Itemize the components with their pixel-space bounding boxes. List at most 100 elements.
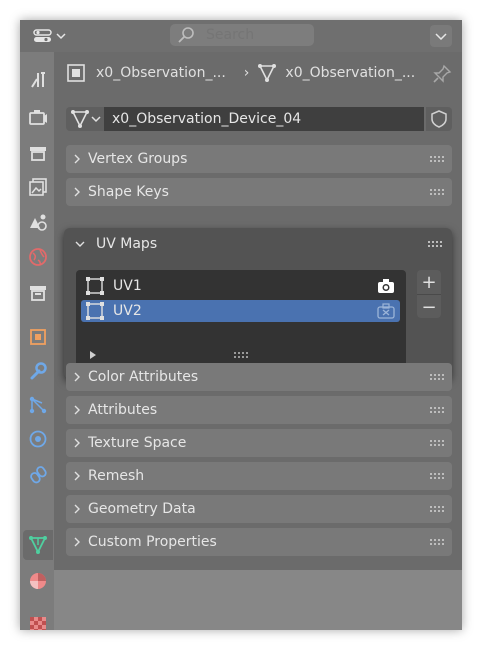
material-icon bbox=[30, 573, 46, 589]
tab-data[interactable] bbox=[23, 530, 53, 560]
panel-title: Attributes bbox=[88, 402, 158, 418]
particles-icon bbox=[29, 396, 47, 414]
pin-icon[interactable] bbox=[432, 64, 452, 84]
drag-handle-icon[interactable] bbox=[430, 189, 444, 195]
panel-remesh[interactable]: Remesh bbox=[66, 462, 452, 490]
constraints-icon bbox=[30, 466, 47, 484]
tab-object[interactable] bbox=[23, 322, 53, 352]
search-icon bbox=[178, 27, 194, 43]
tab-scene[interactable] bbox=[23, 207, 53, 237]
drag-handle-icon[interactable] bbox=[430, 156, 444, 162]
chevron-right-icon bbox=[66, 537, 88, 547]
tab-collection[interactable] bbox=[23, 278, 53, 308]
uv-map-list: UV1 UV2 bbox=[76, 270, 406, 368]
output-icon bbox=[30, 147, 46, 161]
mesh-data-icon bbox=[70, 110, 89, 128]
panel-custom-properties[interactable]: Custom Properties bbox=[66, 528, 452, 556]
tab-output[interactable] bbox=[23, 138, 53, 168]
tab-modifiers[interactable] bbox=[23, 356, 53, 386]
mesh-data-icon bbox=[29, 536, 47, 555]
search-field[interactable] bbox=[170, 24, 314, 46]
uv-map-item-selected[interactable]: UV2 bbox=[81, 300, 400, 322]
panel-shape-keys[interactable]: Shape Keys bbox=[66, 178, 452, 206]
panel-uv-maps: UV Maps UV1 UV2 + − bbox=[64, 228, 452, 379]
mesh-name-field[interactable]: x0_Observation_Device_04 bbox=[104, 107, 424, 131]
uv-map-name: UV1 bbox=[113, 278, 142, 294]
object-icon bbox=[67, 64, 85, 82]
tab-world[interactable] bbox=[23, 242, 53, 272]
panel-attributes[interactable]: Attributes bbox=[66, 396, 452, 424]
properties-tabs bbox=[20, 52, 54, 630]
panel-title: Geometry Data bbox=[88, 501, 196, 517]
drag-handle-icon[interactable] bbox=[430, 440, 444, 446]
drag-handle-icon[interactable] bbox=[430, 506, 444, 512]
tab-constraints[interactable] bbox=[23, 460, 53, 490]
editor-type-button[interactable] bbox=[32, 25, 70, 47]
chevron-down-icon bbox=[64, 240, 96, 248]
tab-view-layer[interactable] bbox=[23, 172, 53, 202]
panel-color-attributes[interactable]: Color Attributes bbox=[66, 363, 452, 391]
chevron-right-icon bbox=[66, 504, 88, 514]
breadcrumb-mesh: x0_Observation_... bbox=[285, 65, 416, 81]
panel-title: Shape Keys bbox=[88, 184, 169, 200]
options-menu-button[interactable] bbox=[430, 25, 452, 47]
tab-render[interactable] bbox=[23, 102, 53, 132]
chevron-down-icon bbox=[90, 116, 101, 123]
tab-particles[interactable] bbox=[23, 390, 53, 420]
tab-tool[interactable] bbox=[23, 64, 53, 94]
mesh-datablock-selector: x0_Observation_Device_04 bbox=[66, 107, 452, 131]
panel-title: UV Maps bbox=[96, 236, 158, 252]
remove-uv-map-button[interactable]: − bbox=[417, 294, 441, 319]
texture-icon bbox=[30, 617, 46, 630]
mesh-browse-button[interactable] bbox=[66, 107, 104, 131]
breadcrumb-object: x0_Observation_... bbox=[96, 65, 226, 81]
chevron-right-icon bbox=[66, 154, 88, 164]
panel-title: Remesh bbox=[88, 468, 145, 484]
chevron-down-icon bbox=[435, 33, 447, 40]
uv-icon bbox=[86, 302, 104, 320]
resize-handle-icon[interactable] bbox=[234, 352, 248, 358]
fake-user-button[interactable] bbox=[426, 107, 452, 131]
chevron-down-icon bbox=[56, 33, 66, 40]
tab-texture[interactable] bbox=[23, 610, 53, 630]
chevron-right-icon bbox=[66, 187, 88, 197]
chevron-right-icon bbox=[66, 471, 88, 481]
camera-icon[interactable] bbox=[376, 277, 396, 295]
breadcrumb: x0_Observation_... › x0_Observation_... bbox=[54, 52, 462, 94]
wrench-icon bbox=[30, 362, 47, 380]
uv-map-name: UV2 bbox=[113, 303, 142, 319]
chevron-right-icon bbox=[66, 438, 88, 448]
drag-handle-icon[interactable] bbox=[428, 241, 442, 247]
tab-material[interactable] bbox=[23, 566, 53, 596]
scene-icon bbox=[30, 214, 47, 231]
chevron-right-icon bbox=[66, 405, 88, 415]
mesh-data-icon bbox=[258, 64, 277, 82]
object-icon bbox=[30, 329, 46, 345]
view-layer-icon bbox=[29, 178, 47, 196]
tab-physics[interactable] bbox=[23, 424, 53, 454]
uv-icon bbox=[86, 277, 104, 295]
panel-title: Color Attributes bbox=[88, 369, 199, 385]
drag-handle-icon[interactable] bbox=[430, 407, 444, 413]
drag-handle-icon[interactable] bbox=[430, 539, 444, 545]
panel-uv-maps-header[interactable]: UV Maps bbox=[64, 228, 452, 260]
panel-texture-space[interactable]: Texture Space bbox=[66, 429, 452, 457]
drag-handle-icon[interactable] bbox=[430, 374, 444, 380]
chevron-right-icon: › bbox=[243, 65, 250, 81]
collection-icon bbox=[30, 286, 46, 301]
uv-map-item[interactable]: UV1 bbox=[81, 275, 400, 297]
panel-geometry-data[interactable]: Geometry Data bbox=[66, 495, 452, 523]
add-uv-map-button[interactable]: + bbox=[417, 270, 441, 294]
camera-disabled-icon[interactable] bbox=[376, 302, 396, 320]
panel-vertex-groups[interactable]: Vertex Groups bbox=[66, 145, 452, 173]
search-input[interactable] bbox=[204, 26, 308, 44]
properties-editor: x0_Observation_... › x0_Observation_... … bbox=[20, 20, 462, 630]
shield-icon bbox=[431, 110, 447, 128]
physics-icon bbox=[29, 430, 47, 448]
tool-icon bbox=[31, 72, 45, 88]
editor-header bbox=[20, 20, 462, 52]
drag-handle-icon[interactable] bbox=[430, 473, 444, 479]
panel-title: Texture Space bbox=[88, 435, 187, 451]
panel-title: Vertex Groups bbox=[88, 151, 188, 167]
list-options-toggle-icon[interactable] bbox=[88, 350, 98, 360]
